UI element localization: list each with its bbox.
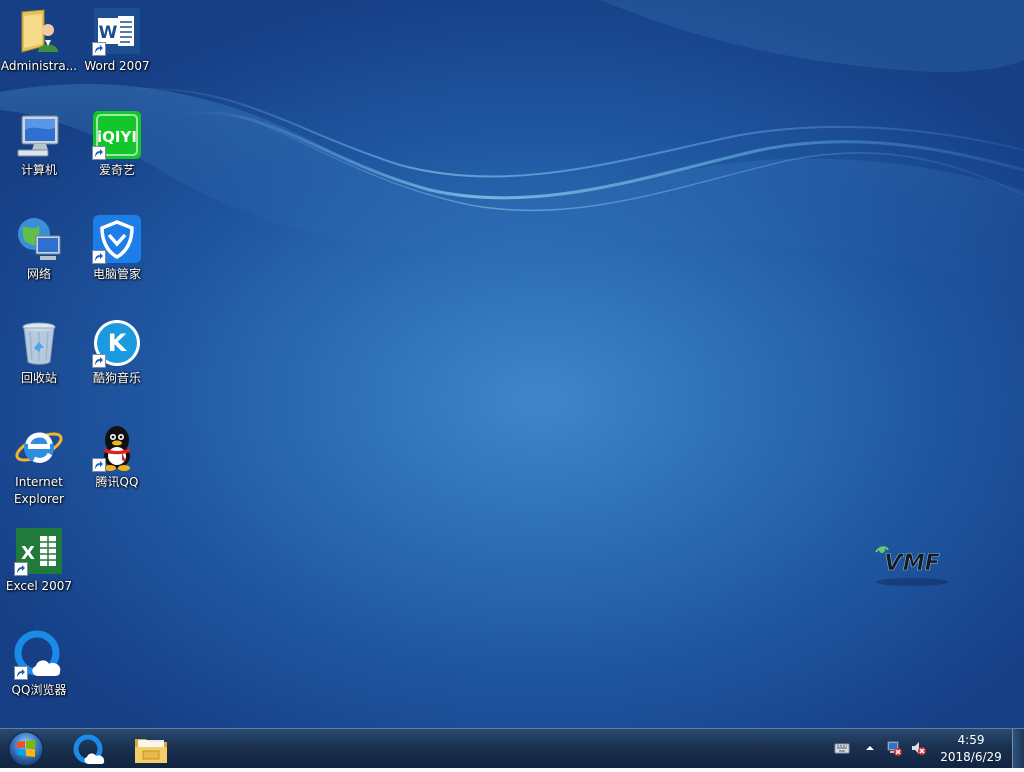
desktop-icon-label: QQ浏览器 xyxy=(11,683,67,697)
show-hidden-icons-icon[interactable] xyxy=(862,740,878,756)
desktop-icon-computer[interactable]: 计算机 xyxy=(0,104,78,200)
shortcut-arrow-icon xyxy=(92,250,106,264)
desktop-icon-label: 计算机 xyxy=(20,163,57,177)
iqiyi-logo-text: iQIYI xyxy=(97,128,137,146)
desktop-icon-excel-2007[interactable]: X Excel 2007 xyxy=(0,520,78,616)
desktop-icon-administrator[interactable]: Administra... xyxy=(0,0,78,96)
desktop-icon-label: 电脑管家 xyxy=(92,267,141,281)
qq-browser-icon xyxy=(73,734,105,764)
taskbar: 4:59 2018/6/29 xyxy=(0,728,1024,768)
desktop-icon-qq-browser[interactable]: QQ浏览器 xyxy=(0,624,78,720)
desktop-icon-label: 网络 xyxy=(26,267,51,281)
shortcut-arrow-icon xyxy=(14,562,28,576)
desktop-icon-label: 酷狗音乐 xyxy=(92,371,141,385)
shortcut-arrow-icon xyxy=(92,458,106,472)
internet-explorer-icon xyxy=(15,432,63,463)
keyboard-icon[interactable] xyxy=(834,740,850,756)
windows-orb-icon xyxy=(8,731,44,767)
clock-time: 4:59 xyxy=(957,733,985,747)
network-icon xyxy=(18,218,61,260)
taskbar-pinned-file-explorer[interactable] xyxy=(124,731,178,767)
shortcut-arrow-icon xyxy=(92,354,106,368)
brand-logo-text: ѴMF xyxy=(884,551,940,576)
desktop-icon-kugou-music[interactable]: K 酷狗音乐 xyxy=(78,312,156,408)
desktop-icon-label: Excel 2007 xyxy=(5,579,73,593)
network-disconnected-icon[interactable] xyxy=(886,740,902,756)
desktop-icon-label: Administra... xyxy=(0,59,78,73)
shortcut-arrow-icon xyxy=(92,146,106,160)
shortcut-arrow-icon xyxy=(92,42,106,56)
word-logo-letter: W xyxy=(99,23,118,43)
desktop-icon-label: 回收站 xyxy=(20,371,57,385)
user-folder-icon xyxy=(21,9,58,53)
system-clock[interactable]: 4:59 2018/6/29 xyxy=(934,732,1008,766)
show-desktop-button[interactable] xyxy=(1012,729,1024,768)
desktop-icon-iqiyi[interactable]: iQIYI 爱奇艺 xyxy=(78,104,156,200)
desktop-icon-internet-explorer[interactable]: Internet Explorer xyxy=(0,416,78,516)
desktop-icon-label: Word 2007 xyxy=(84,59,150,73)
desktop-icon-pc-manager[interactable]: 电脑管家 xyxy=(78,208,156,304)
desktop-icon-network[interactable]: 网络 xyxy=(0,208,78,304)
desktop-icon-recycle-bin[interactable]: 回收站 xyxy=(0,312,78,408)
desktop-icon-label: 腾讯QQ xyxy=(95,475,139,489)
desktop[interactable]: Administra... 计算机 网络 回收站 Internet Explor… xyxy=(0,0,1024,728)
file-explorer-icon xyxy=(135,739,167,763)
computer-icon xyxy=(17,115,59,157)
excel-logo-letter: X xyxy=(21,543,35,564)
taskbar-pinned-qq-browser[interactable] xyxy=(62,731,116,767)
desktop-icon-label: 爱奇艺 xyxy=(98,163,135,177)
desktop-icon-word-2007[interactable]: W Word 2007 xyxy=(78,0,156,96)
kugou-logo-letter: K xyxy=(108,329,128,357)
volume-muted-icon[interactable] xyxy=(910,740,926,756)
desktop-icon-tencent-qq[interactable]: 腾讯QQ xyxy=(78,416,156,512)
desktop-icon-label: Internet Explorer xyxy=(14,475,64,506)
wallpaper-brand-logo: ѴMF xyxy=(875,546,948,586)
clock-date: 2018/6/29 xyxy=(940,750,1002,764)
start-button[interactable] xyxy=(6,730,46,768)
shortcut-arrow-icon xyxy=(14,666,28,680)
recycle-bin-icon xyxy=(22,322,56,365)
